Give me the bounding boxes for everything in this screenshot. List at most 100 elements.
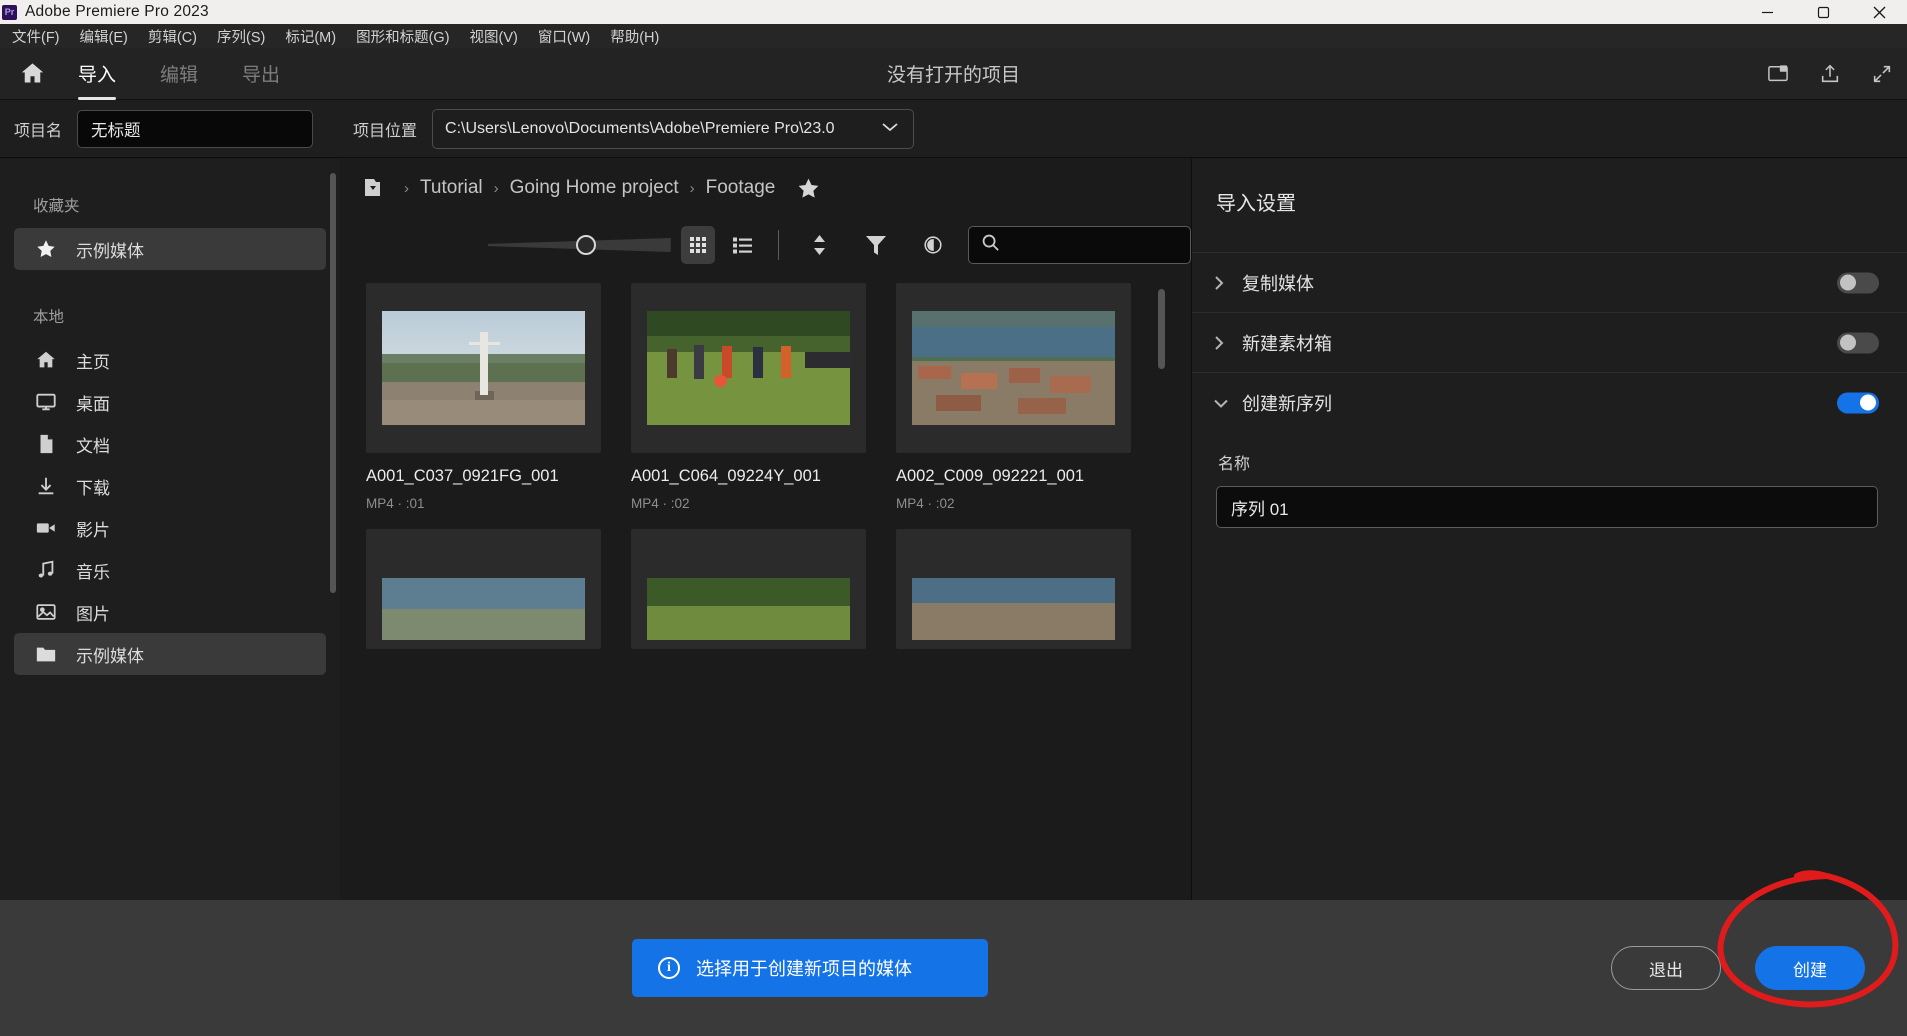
thumbnail-image-soccer (647, 311, 850, 425)
media-card[interactable]: A001_C037_0921FG_001 MP4 · :01 (366, 283, 601, 511)
media-thumbnail[interactable] (366, 283, 601, 453)
close-icon[interactable] (1851, 0, 1907, 24)
fullscreen-icon[interactable] (1871, 63, 1893, 85)
thumbnail-size-slider[interactable] (488, 232, 671, 258)
exit-button[interactable]: 退出 (1611, 946, 1721, 990)
media-meta: MP4 · :02 (896, 496, 955, 511)
star-icon[interactable] (796, 176, 821, 201)
media-thumbnail[interactable] (366, 529, 601, 649)
new-bin-toggle[interactable] (1837, 332, 1879, 353)
search-box[interactable] (968, 226, 1191, 264)
sort-icon[interactable] (803, 226, 837, 264)
sidebar-item-home[interactable]: 主页 (14, 339, 326, 381)
tab-edit[interactable]: 编辑 (138, 48, 220, 100)
breadcrumb-item-project[interactable]: Going Home project (510, 177, 679, 199)
project-location-label: 项目位置 (353, 122, 418, 140)
video-camera-icon (34, 517, 58, 539)
sidebar-item-sample-media[interactable]: 示例媒体 (14, 633, 326, 675)
setting-row-new-bin[interactable]: 新建素材箱 (1192, 312, 1907, 372)
menu-item-clip[interactable]: 剪辑(C) (138, 24, 207, 48)
breadcrumb-item-tutorial[interactable]: Tutorial (420, 177, 483, 199)
project-name-input[interactable] (77, 109, 314, 148)
media-card[interactable] (631, 529, 866, 649)
sidebar-scrollbar[interactable] (330, 173, 336, 593)
media-thumbnail[interactable] (896, 529, 1131, 649)
media-thumbnail[interactable] (631, 529, 866, 649)
sidebar-item-movies[interactable]: 影片 (14, 507, 326, 549)
setting-row-copy-media[interactable]: 复制媒体 (1192, 252, 1907, 312)
copy-media-toggle[interactable] (1837, 272, 1879, 293)
create-button[interactable]: 创建 (1755, 946, 1865, 990)
search-input[interactable] (1010, 236, 1191, 254)
sidebar-item-downloads[interactable]: 下载 (14, 465, 326, 507)
toggle-knob (1840, 274, 1856, 291)
browser-toolbar (488, 217, 1191, 273)
browser-scrollbar[interactable] (1158, 289, 1165, 369)
sidebar-item-desktop[interactable]: 桌面 (14, 381, 326, 423)
toggle-knob (1840, 334, 1856, 351)
setting-label: 复制媒体 (1242, 273, 1314, 294)
maximize-icon[interactable] (1795, 0, 1851, 24)
media-card[interactable]: A001_C064_09224Y_001 MP4 · :02 (631, 283, 866, 511)
list-view-icon[interactable] (725, 226, 759, 264)
eye-icon[interactable] (916, 226, 950, 264)
tab-import[interactable]: 导入 (56, 48, 138, 100)
media-card[interactable]: A002_C009_092221_001 MP4 · :02 (896, 283, 1131, 511)
slider-knob[interactable] (576, 235, 596, 255)
media-card[interactable] (366, 529, 601, 649)
media-card[interactable] (896, 529, 1131, 649)
home-icon (34, 349, 58, 371)
menu-item-marker[interactable]: 标记(M) (275, 24, 346, 48)
chevron-right-icon[interactable] (1212, 274, 1238, 292)
sidebar-item-label: 示例媒体 (76, 646, 144, 666)
media-title: A002_C009_092221_001 (896, 467, 1085, 485)
filter-icon[interactable] (859, 226, 893, 264)
chevron-right-icon[interactable] (1212, 334, 1238, 352)
folder-icon (34, 643, 58, 665)
folder-dropdown-icon[interactable] (364, 176, 393, 200)
sidebar-item-pictures[interactable]: 图片 (14, 591, 326, 633)
setting-row-new-sequence[interactable]: 创建新序列 (1192, 372, 1907, 432)
menu-item-window[interactable]: 窗口(W) (528, 24, 600, 48)
sidebar-item-documents[interactable]: 文档 (14, 423, 326, 465)
menu-item-graphics[interactable]: 图形和标题(G) (346, 24, 459, 48)
media-thumbnail[interactable] (896, 283, 1131, 453)
tab-export[interactable]: 导出 (220, 48, 302, 100)
menu-bar: 文件(F) 编辑(E) 剪辑(C) 序列(S) 标记(M) 图形和标题(G) 视… (0, 24, 1907, 48)
sidebar-item-label: 下载 (76, 478, 110, 498)
sidebar-item-music[interactable]: 音乐 (14, 549, 326, 591)
home-icon[interactable] (8, 60, 56, 87)
menu-item-help[interactable]: 帮助(H) (600, 24, 669, 48)
import-settings-panel: 导入设置 复制媒体 新建素材箱 创建新序列 名称 序列 01 (1191, 159, 1907, 900)
breadcrumb-separator: › (493, 179, 499, 197)
project-location-select[interactable]: C:\Users\Lenovo\Documents\Adobe\Premiere… (432, 108, 915, 149)
thumbnail-image-town2 (912, 578, 1115, 640)
menu-item-file[interactable]: 文件(F) (2, 24, 70, 48)
premiere-logo-icon: Pr (2, 4, 17, 20)
share-icon[interactable] (1819, 63, 1841, 85)
media-thumbnail[interactable] (631, 283, 866, 453)
project-location-value: C:\Users\Lenovo\Documents\Adobe\Premiere… (445, 119, 835, 137)
grid-view-icon[interactable] (680, 226, 716, 264)
sidebar-item-label: 图片 (76, 604, 110, 624)
sidebar-group-local: 本地 (33, 309, 65, 326)
media-grid: A001_C037_0921FG_001 MP4 · :01 A001_C064… (366, 283, 1191, 667)
screen-icon[interactable] (1767, 64, 1789, 84)
sequence-name-input[interactable] (1216, 486, 1878, 528)
chevron-down-icon[interactable] (1212, 396, 1238, 410)
new-sequence-toggle[interactable] (1837, 392, 1879, 413)
minimize-icon[interactable] (1739, 0, 1795, 24)
image-icon (34, 601, 58, 623)
menu-item-edit[interactable]: 编辑(E) (70, 24, 138, 48)
menu-item-view[interactable]: 视图(V) (460, 24, 528, 48)
music-note-icon (34, 559, 58, 581)
menu-item-sequence[interactable]: 序列(S) (207, 24, 275, 48)
breadcrumb-item-footage[interactable]: Footage (706, 177, 776, 199)
search-icon (981, 233, 1000, 257)
toolbar-divider (777, 230, 779, 260)
setting-label: 创建新序列 (1242, 393, 1332, 414)
thumbnail-image-field2 (647, 578, 850, 640)
sidebar-item-sample-media-fav[interactable]: 示例媒体 (14, 228, 326, 270)
window-controls (1739, 0, 1907, 24)
info-banner: i 选择用于创建新项目的媒体 (632, 939, 988, 997)
